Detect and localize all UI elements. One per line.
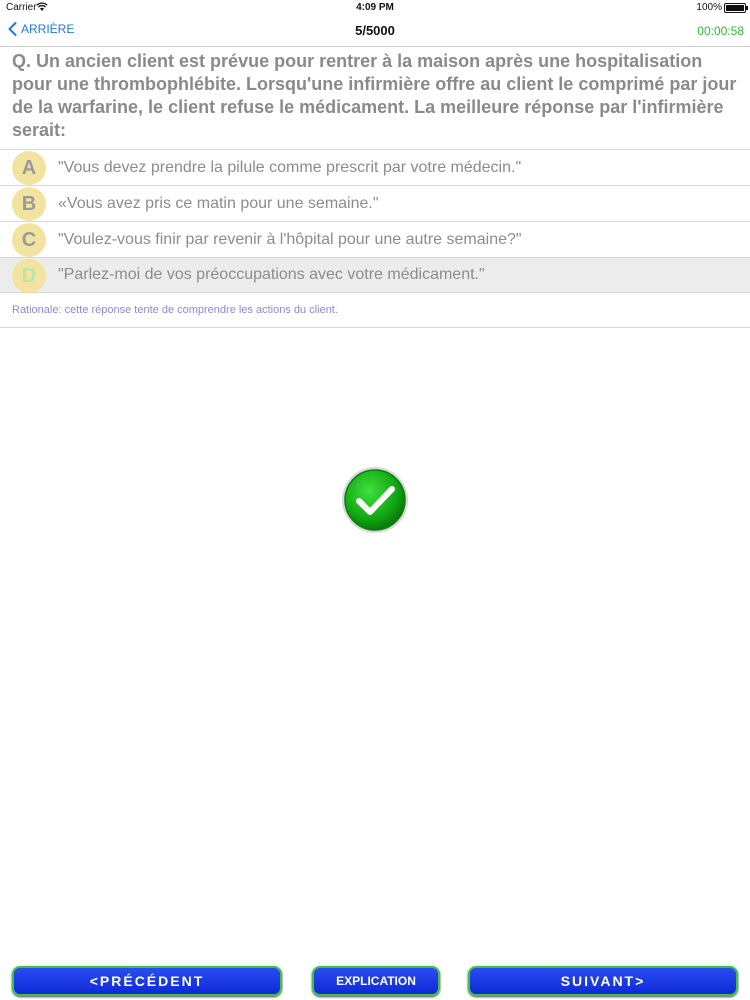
status-bar: Carrier 4:09 PM 100% — [0, 0, 750, 16]
battery-tip — [746, 6, 748, 10]
rationale-text: Rationale: cette réponse tente de compre… — [12, 304, 338, 316]
answer-option-c[interactable]: C "Voulez-vous finir par revenir à l'hôp… — [0, 221, 750, 257]
next-button[interactable]: SUIVANT> — [468, 966, 738, 996]
answer-letter-badge: C — [12, 223, 46, 257]
answer-letter-badge: A — [12, 151, 46, 185]
question-text: Q. Un ancien client est prévue pour rent… — [12, 51, 737, 140]
answer-list: A "Vous devez prendre la pilule comme pr… — [0, 149, 750, 293]
answer-text: "Voulez-vous finir par revenir à l'hôpit… — [58, 230, 522, 248]
answer-option-d[interactable]: D "Parlez-moi de vos préoccupations avec… — [0, 257, 750, 293]
answer-letter-badge: B — [12, 187, 46, 221]
answer-letter-badge: D — [12, 259, 46, 293]
question-counter: 5/5000 — [355, 23, 395, 38]
answer-text: "Parlez-moi de vos préoccupations avec v… — [58, 266, 485, 283]
battery-percent: 100% — [696, 2, 722, 13]
green-checkmark-icon — [340, 465, 410, 535]
answer-option-b[interactable]: B «Vous avez pris ce matin pour une sema… — [0, 185, 750, 221]
answer-option-a[interactable]: A "Vous devez prendre la pilule comme pr… — [0, 149, 750, 185]
previous-button[interactable]: <PRÉCÉDENT — [12, 966, 282, 996]
navigation-bar: ARRIÈRE 5/5000 00:00:58 — [0, 16, 750, 47]
answer-text: «Vous avez pris ce matin pour une semain… — [58, 194, 379, 212]
status-time: 4:09 PM — [356, 2, 394, 13]
explanation-button[interactable]: EXPLICATION — [312, 966, 440, 996]
rationale-row: Rationale: cette réponse tente de compre… — [0, 292, 750, 328]
answer-text: "Vous devez prendre la pilule comme pres… — [58, 158, 522, 176]
quiz-timer: 00:00:58 — [697, 24, 744, 38]
battery-icon — [724, 3, 746, 13]
